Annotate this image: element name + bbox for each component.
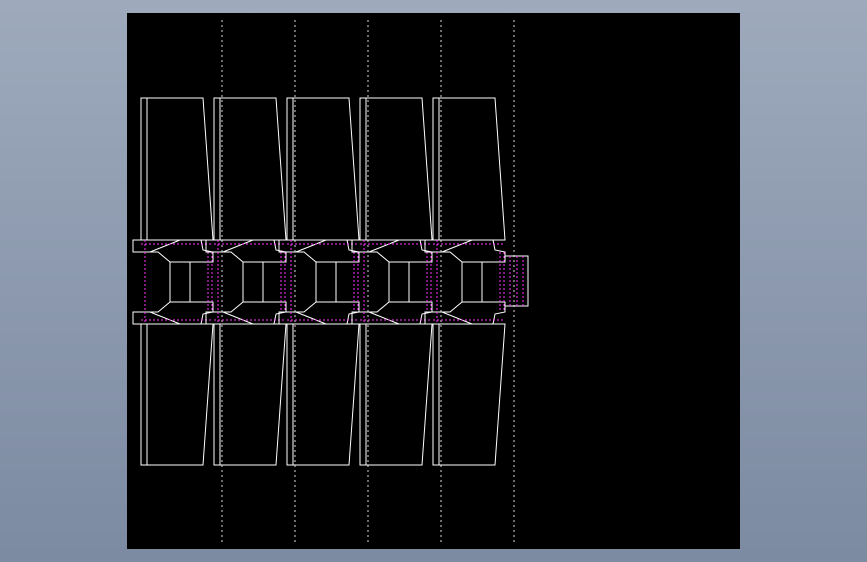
- blade-upper-outline: [140, 97, 214, 241]
- blade-upper-outline: [432, 97, 506, 241]
- impeller-stages: [132, 97, 506, 466]
- blade-lower-outline: [432, 323, 506, 466]
- blade-upper-outline: [213, 97, 287, 241]
- impeller-stage-2: [205, 97, 287, 466]
- blade-lower-outline: [286, 323, 360, 466]
- shaft-end: [505, 255, 529, 307]
- impeller-stack-drawing: [132, 20, 529, 544]
- hub-flange-upper-chamfer: [149, 239, 181, 253]
- impeller-stage-5: [424, 97, 506, 466]
- cad-drawing-viewport[interactable]: [127, 13, 740, 549]
- impeller-stage-4: [351, 97, 433, 466]
- blade-lower-outline: [140, 323, 214, 466]
- hub-flange-upper-chamfer: [222, 239, 254, 253]
- impeller-stage-3: [278, 97, 360, 466]
- blade-lower-outline: [213, 323, 287, 466]
- impeller-stage-1: [132, 97, 214, 466]
- hub-flange-upper-chamfer: [295, 239, 327, 253]
- hub-flange-lower-chamfer: [295, 311, 327, 325]
- blade-upper-outline: [286, 97, 360, 241]
- hub-flange-lower-chamfer: [368, 311, 400, 325]
- hub-flange-lower-chamfer: [222, 311, 254, 325]
- hub-flange-lower-chamfer: [149, 311, 181, 325]
- hub-flange-upper-chamfer: [368, 239, 400, 253]
- hub-flange-upper-chamfer: [441, 239, 473, 253]
- blade-upper-outline: [359, 97, 433, 241]
- blade-lower-outline: [359, 323, 433, 466]
- cad-app-background: { "viewport": { "background": "#000000",…: [0, 0, 867, 562]
- hub-flange-lower-chamfer: [441, 311, 473, 325]
